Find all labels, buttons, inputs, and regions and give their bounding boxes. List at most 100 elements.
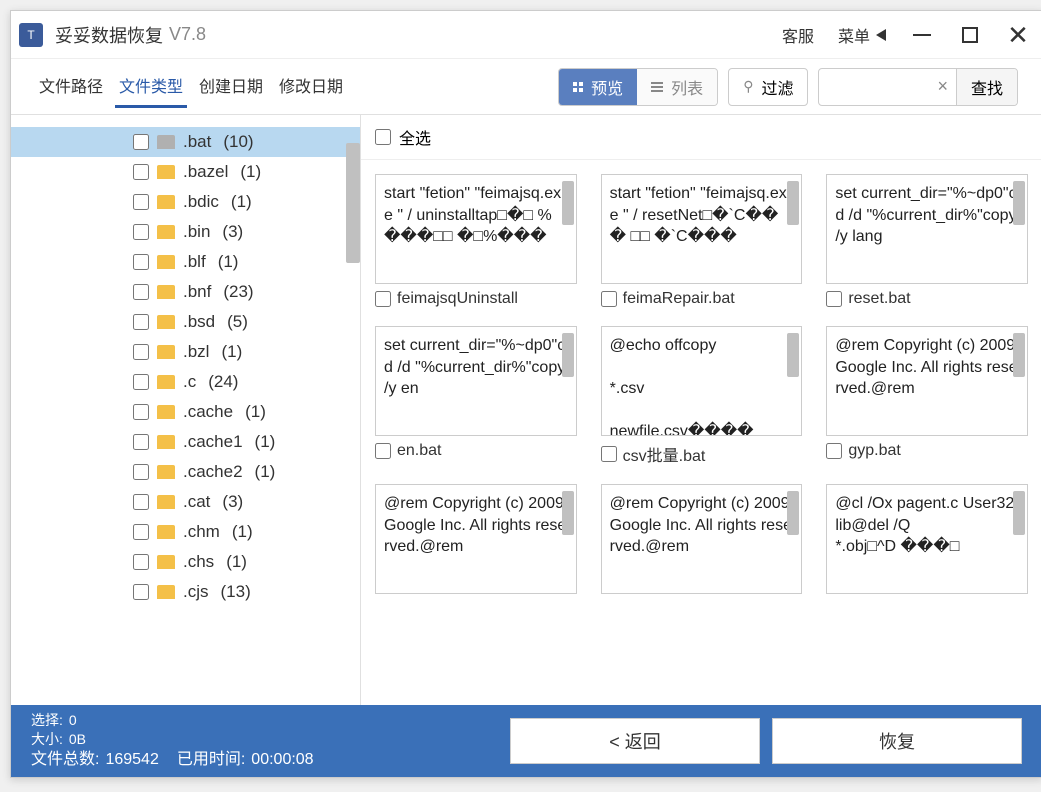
card-checkbox[interactable] bbox=[601, 446, 617, 462]
tab-file-type[interactable]: 文件类型 bbox=[115, 65, 187, 108]
ext-count: (1) bbox=[240, 162, 261, 182]
preview-box[interactable]: @rem Copyright (c) 2009 Google Inc. All … bbox=[601, 484, 803, 594]
ext-item-cache[interactable]: .cache (1) bbox=[11, 397, 360, 427]
ext-label: .bsd bbox=[183, 312, 215, 332]
cards-grid[interactable]: start "fetion" "feimajsq.exe " / uninsta… bbox=[361, 160, 1041, 705]
ext-item-bsd[interactable]: .bsd (5) bbox=[11, 307, 360, 337]
ext-label: .chs bbox=[183, 552, 214, 572]
ext-checkbox[interactable] bbox=[133, 344, 149, 360]
card-footer: en.bat bbox=[375, 442, 577, 460]
ext-item-bzl[interactable]: .bzl (1) bbox=[11, 337, 360, 367]
sidebar[interactable]: .bat (10).bazel (1).bdic (1).bin (3).blf… bbox=[11, 115, 361, 705]
preview-scrollbar-thumb[interactable] bbox=[1013, 491, 1025, 535]
preview-scrollbar-thumb[interactable] bbox=[787, 491, 799, 535]
ext-checkbox[interactable] bbox=[133, 284, 149, 300]
tab-modified-date[interactable]: 修改日期 bbox=[275, 65, 347, 108]
selected-label: 选择: bbox=[31, 711, 63, 730]
total-label: 文件总数: bbox=[31, 749, 99, 771]
ext-item-cache2[interactable]: .cache2 (1) bbox=[11, 457, 360, 487]
preview-box[interactable]: @cl /Ox pagent.c User32.lib@del /Q*.obj□… bbox=[826, 484, 1028, 594]
search-input[interactable] bbox=[819, 73, 929, 101]
preview-scrollbar-thumb[interactable] bbox=[562, 181, 574, 225]
ext-item-chm[interactable]: .chm (1) bbox=[11, 517, 360, 547]
ext-item-bin[interactable]: .bin (3) bbox=[11, 217, 360, 247]
ext-item-bazel[interactable]: .bazel (1) bbox=[11, 157, 360, 187]
preview-box[interactable]: @echo offcopy*.csvnewfile.csv���� bbox=[601, 326, 803, 436]
ext-checkbox[interactable] bbox=[133, 314, 149, 330]
ext-item-cat[interactable]: .cat (3) bbox=[11, 487, 360, 517]
preview-box[interactable]: start "fetion" "feimajsq.exe " / resetNe… bbox=[601, 174, 803, 284]
toolbar: 文件路径 文件类型 创建日期 修改日期 预览 列表 ⚲ 过滤 bbox=[11, 59, 1041, 115]
ext-checkbox[interactable] bbox=[133, 404, 149, 420]
titlebar: T 妥妥数据恢复 V7.8 客服 菜单 ✕ bbox=[11, 11, 1041, 59]
ext-count: (1) bbox=[226, 552, 247, 572]
card-checkbox[interactable] bbox=[375, 443, 391, 459]
file-card: @echo offcopy*.csvnewfile.csv���� csv批量.b… bbox=[601, 326, 803, 466]
close-icon: ✕ bbox=[1007, 22, 1029, 48]
tab-file-path[interactable]: 文件路径 bbox=[35, 65, 107, 108]
preview-scrollbar-thumb[interactable] bbox=[562, 333, 574, 377]
ext-checkbox[interactable] bbox=[133, 524, 149, 540]
ext-label: .c bbox=[183, 372, 196, 392]
preview-text: @rem Copyright (c) 2009 Google Inc. All … bbox=[384, 493, 568, 558]
ext-checkbox[interactable] bbox=[133, 194, 149, 210]
content: 全选 start "fetion" "feimajsq.exe " / unin… bbox=[361, 115, 1041, 705]
app-version: V7.8 bbox=[169, 24, 206, 45]
preview-scrollbar-thumb[interactable] bbox=[562, 491, 574, 535]
ext-checkbox[interactable] bbox=[133, 254, 149, 270]
card-checkbox[interactable] bbox=[826, 443, 842, 459]
preview-box[interactable]: start "fetion" "feimajsq.exe " / uninsta… bbox=[375, 174, 577, 284]
filter-button[interactable]: ⚲ 过滤 bbox=[728, 68, 808, 106]
card-footer: csv批量.bat bbox=[601, 442, 803, 466]
select-all-checkbox[interactable] bbox=[375, 129, 391, 145]
back-button[interactable]: < 返回 bbox=[510, 718, 760, 764]
preview-view-button[interactable]: 预览 bbox=[559, 69, 637, 105]
card-checkbox[interactable] bbox=[601, 291, 617, 307]
sidebar-scrollbar-thumb[interactable] bbox=[346, 143, 360, 263]
ext-item-bdic[interactable]: .bdic (1) bbox=[11, 187, 360, 217]
preview-box[interactable]: @rem Copyright (c) 2009 Google Inc. All … bbox=[826, 326, 1028, 436]
search-clear-button[interactable]: × bbox=[929, 76, 956, 97]
ext-checkbox[interactable] bbox=[133, 434, 149, 450]
card-checkbox[interactable] bbox=[826, 291, 842, 307]
preview-box[interactable]: set current_dir="%~dp0"cd /d "%current_d… bbox=[826, 174, 1028, 284]
ext-checkbox[interactable] bbox=[133, 134, 149, 150]
menu-button[interactable]: 菜单 bbox=[826, 23, 898, 47]
ext-item-bat[interactable]: .bat (10) bbox=[11, 127, 360, 157]
ext-item-c[interactable]: .c (24) bbox=[11, 367, 360, 397]
ext-item-blf[interactable]: .blf (1) bbox=[11, 247, 360, 277]
preview-scrollbar-thumb[interactable] bbox=[787, 181, 799, 225]
maximize-button[interactable] bbox=[946, 11, 994, 59]
ext-checkbox[interactable] bbox=[133, 494, 149, 510]
preview-text: set current_dir="%~dp0"cd /d "%current_d… bbox=[835, 183, 1019, 248]
ext-checkbox[interactable] bbox=[133, 464, 149, 480]
minimize-button[interactable] bbox=[898, 11, 946, 59]
ext-item-cache1[interactable]: .cache1 (1) bbox=[11, 427, 360, 457]
preview-scrollbar-thumb[interactable] bbox=[1013, 333, 1025, 377]
card-filename: gyp.bat bbox=[848, 442, 900, 460]
ext-item-chs[interactable]: .chs (1) bbox=[11, 547, 360, 577]
preview-scrollbar-thumb[interactable] bbox=[1013, 181, 1025, 225]
statusbar: 选择: 0 大小: 0B 文件总数: 169542 已用时间: 00:00:08… bbox=[11, 705, 1041, 777]
preview-box[interactable]: @rem Copyright (c) 2009 Google Inc. All … bbox=[375, 484, 577, 594]
ext-item-bnf[interactable]: .bnf (23) bbox=[11, 277, 360, 307]
ext-checkbox[interactable] bbox=[133, 554, 149, 570]
ext-item-cjs[interactable]: .cjs (13) bbox=[11, 577, 360, 607]
status-buttons: < 返回 恢复 bbox=[510, 718, 1022, 764]
body: .bat (10).bazel (1).bdic (1).bin (3).blf… bbox=[11, 115, 1041, 705]
preview-scrollbar-thumb[interactable] bbox=[787, 333, 799, 377]
close-button[interactable]: ✕ bbox=[994, 11, 1041, 59]
card-checkbox[interactable] bbox=[375, 291, 391, 307]
recover-button[interactable]: 恢复 bbox=[772, 718, 1022, 764]
tab-created-date[interactable]: 创建日期 bbox=[195, 65, 267, 108]
list-view-button[interactable]: 列表 bbox=[637, 69, 717, 105]
customer-service-link[interactable]: 客服 bbox=[770, 23, 826, 47]
folder-icon bbox=[157, 405, 175, 419]
ext-checkbox[interactable] bbox=[133, 584, 149, 600]
search-button[interactable]: 查找 bbox=[956, 69, 1017, 105]
preview-box[interactable]: set current_dir="%~dp0"cd /d "%current_d… bbox=[375, 326, 577, 436]
ext-checkbox[interactable] bbox=[133, 374, 149, 390]
ext-checkbox[interactable] bbox=[133, 224, 149, 240]
ext-count: (3) bbox=[222, 492, 243, 512]
ext-checkbox[interactable] bbox=[133, 164, 149, 180]
